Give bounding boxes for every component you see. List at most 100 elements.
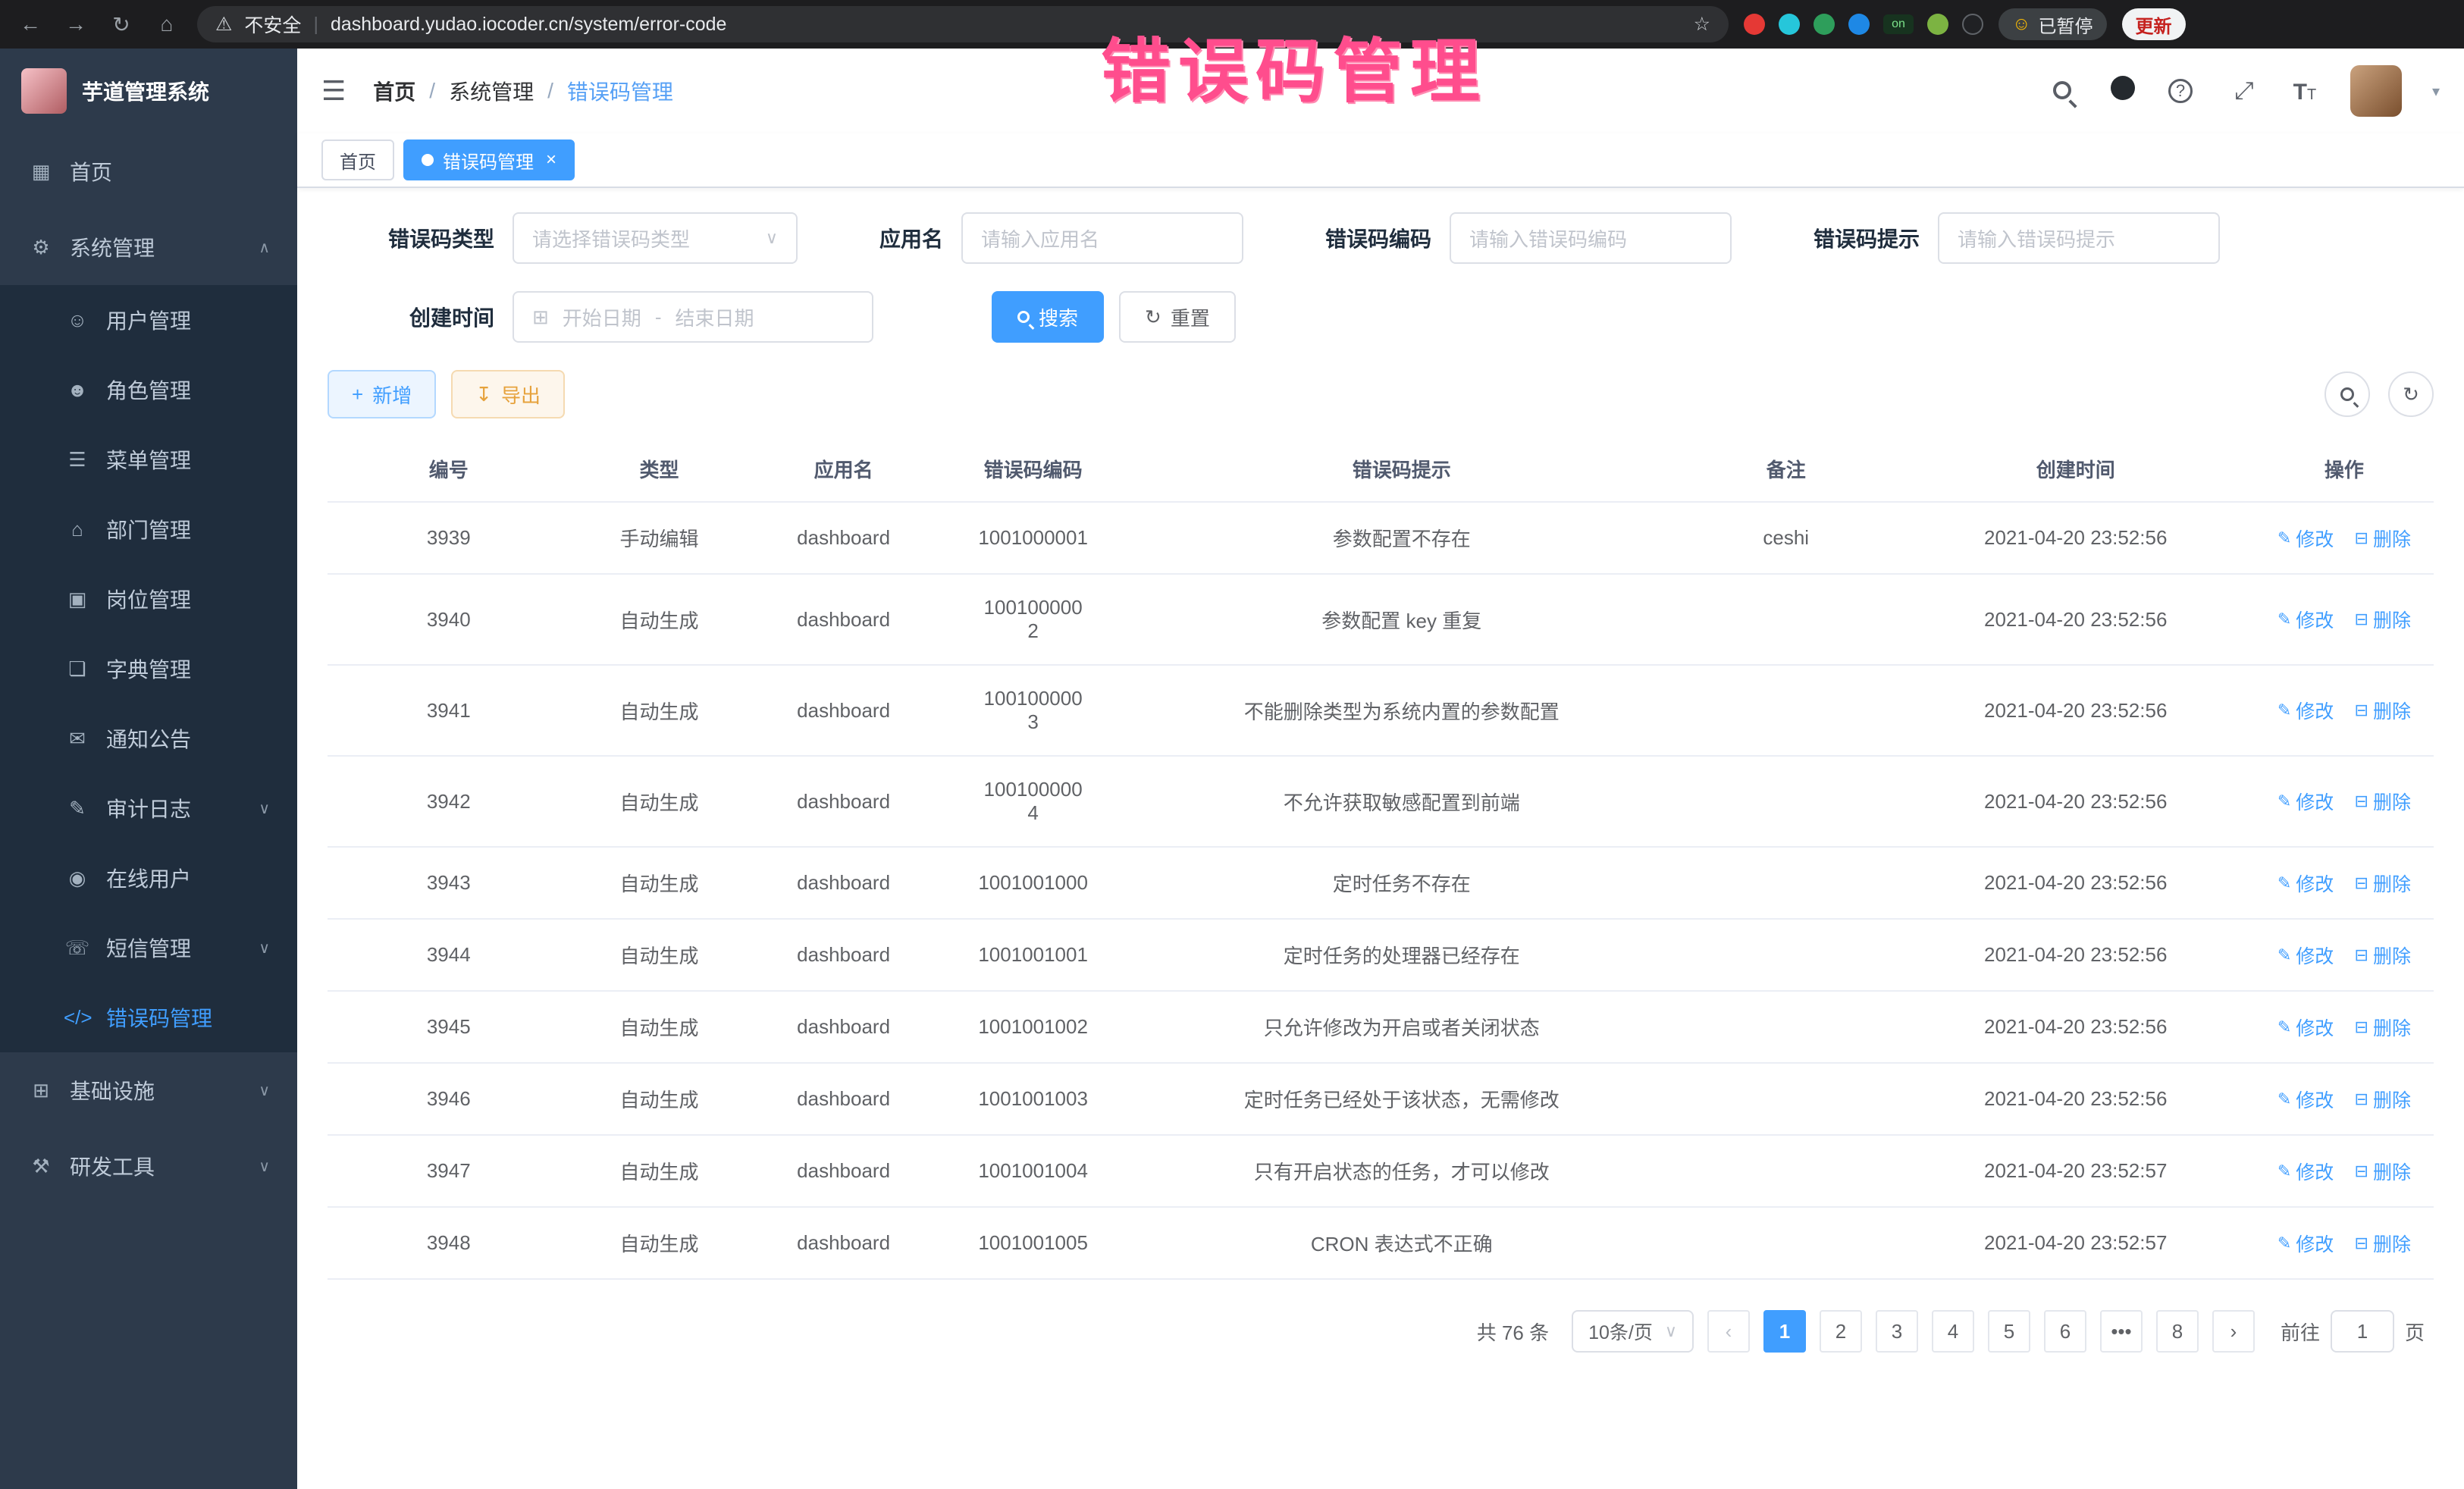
sidebar-item[interactable]: ▦ 首页: [0, 133, 297, 209]
search-button[interactable]: 搜索: [992, 291, 1104, 343]
page-number-button[interactable]: 1: [1763, 1310, 1806, 1353]
error-hint-input[interactable]: 请输入错误码提示: [1938, 212, 2220, 264]
sidebar-item[interactable]: ☺ 用户管理: [0, 285, 297, 355]
delete-link[interactable]: ⊟ 删除: [2355, 788, 2411, 815]
extension-icon[interactable]: [1814, 14, 1835, 35]
extension-icon[interactable]: on: [1883, 14, 1914, 34]
edit-link[interactable]: ✎ 修改: [2277, 525, 2334, 552]
export-button[interactable]: ↧ 导出: [451, 370, 565, 418]
search-icon[interactable]: [2047, 77, 2077, 105]
delete-link[interactable]: ⊟ 删除: [2355, 1086, 2411, 1113]
profile-paused-badge[interactable]: ☺ 已暂停: [1998, 8, 2107, 40]
edit-link[interactable]: ✎ 修改: [2277, 870, 2334, 897]
extension-icon[interactable]: [1848, 14, 1870, 35]
edit-icon: ✎: [2277, 1234, 2291, 1253]
tab-error-code[interactable]: 错误码管理 ×: [403, 139, 575, 180]
delete-link[interactable]: ⊟ 删除: [2355, 697, 2411, 724]
edit-link[interactable]: ✎ 修改: [2277, 1158, 2334, 1185]
refresh-button[interactable]: ↻: [2388, 371, 2434, 417]
url-bar[interactable]: ⚠ 不安全 | dashboard.yudao.iocoder.cn/syste…: [197, 6, 1729, 42]
delete-link[interactable]: ⊟ 删除: [2355, 1014, 2411, 1041]
table-toolbar: + 新增 ↧ 导出 ↻: [328, 370, 2434, 418]
extension-icon[interactable]: [1779, 14, 1800, 35]
error-code-input[interactable]: 请输入错误码编码: [1450, 212, 1732, 264]
delete-link[interactable]: ⊟ 删除: [2355, 1158, 2411, 1185]
delete-link[interactable]: ⊟ 删除: [2355, 606, 2411, 633]
delete-link[interactable]: ⊟ 删除: [2355, 1230, 2411, 1257]
page-number-button[interactable]: 6: [2044, 1310, 2086, 1353]
user-avatar[interactable]: [2350, 65, 2402, 117]
cell-code: 100100000 4: [939, 756, 1128, 847]
extension-icon[interactable]: [1744, 14, 1765, 35]
reset-button[interactable]: ↻ 重置: [1119, 291, 1236, 343]
breadcrumb-system[interactable]: 系统管理: [449, 76, 534, 106]
edit-link[interactable]: ✎ 修改: [2277, 942, 2334, 969]
avatar-caret-icon[interactable]: ▾: [2432, 82, 2440, 101]
sidebar-item[interactable]: ☏ 短信管理 ∨: [0, 913, 297, 983]
next-page-button[interactable]: ›: [2212, 1310, 2255, 1353]
pagination: 共 76 条 10条/页 ∨ ‹ 1 2 3 4 5: [328, 1280, 2434, 1377]
cell-code: 1001001001: [939, 919, 1128, 991]
sidebar-item[interactable]: ☻ 角色管理: [0, 355, 297, 425]
sidebar-item[interactable]: </> 错误码管理: [0, 983, 297, 1052]
close-icon[interactable]: ×: [546, 149, 556, 171]
edit-link[interactable]: ✎ 修改: [2277, 1086, 2334, 1113]
page-size-select[interactable]: 10条/页 ∨: [1572, 1310, 1694, 1353]
edit-link[interactable]: ✎ 修改: [2277, 1230, 2334, 1257]
app-name-input[interactable]: 请输入应用名: [961, 212, 1243, 264]
delete-link[interactable]: ⊟ 删除: [2355, 942, 2411, 969]
bookmark-star-icon[interactable]: ☆: [1694, 13, 1710, 36]
browser-home-icon[interactable]: ⌂: [152, 12, 182, 36]
department-icon: ⌂: [64, 518, 91, 541]
browser-reload-icon[interactable]: ↻: [106, 12, 136, 37]
sidebar-item[interactable]: ✉ 通知公告: [0, 704, 297, 773]
table-header-cell: 错误码编码: [939, 437, 1128, 502]
page-number-button[interactable]: •••: [2100, 1310, 2143, 1353]
page-number-button[interactable]: 8: [2156, 1310, 2199, 1353]
page-number-button[interactable]: 5: [1988, 1310, 2030, 1353]
sidebar-item[interactable]: ▣ 岗位管理: [0, 564, 297, 634]
edit-link[interactable]: ✎ 修改: [2277, 788, 2334, 815]
sidebar-item[interactable]: ✎ 审计日志 ∨: [0, 773, 297, 843]
extension-icon[interactable]: [1927, 14, 1948, 35]
delete-link[interactable]: ⊟ 删除: [2355, 870, 2411, 897]
cell-remark: [1676, 919, 1897, 991]
delete-link[interactable]: ⊟ 删除: [2355, 525, 2411, 552]
error-type-select[interactable]: 请选择错误码类型 ∨: [513, 212, 798, 264]
fullscreen-icon[interactable]: ⤢: [2229, 77, 2259, 105]
font-size-icon[interactable]: TT: [2290, 77, 2320, 105]
sidebar-item[interactable]: ⚙ 系统管理 ∧: [0, 209, 297, 285]
filter-error-hint: 错误码提示 请输入错误码提示: [1814, 212, 2220, 264]
page-number-button[interactable]: 4: [1932, 1310, 1974, 1353]
cell-time: 2021-04-20 23:52:56: [1897, 919, 2255, 991]
browser-forward-icon[interactable]: →: [61, 12, 91, 36]
sidebar-item[interactable]: ❏ 字典管理: [0, 634, 297, 704]
github-icon[interactable]: [2108, 76, 2138, 106]
app-logo[interactable]: 芋道管理系统: [0, 49, 297, 133]
hamburger-icon[interactable]: ☰: [321, 75, 346, 107]
edit-icon: ✎: [2277, 610, 2291, 629]
date-range-picker[interactable]: ⊞ 开始日期 - 结束日期: [513, 291, 873, 343]
breadcrumb-home[interactable]: 首页: [373, 76, 415, 106]
edit-link[interactable]: ✎ 修改: [2277, 697, 2334, 724]
page-content: 错误码类型 请选择错误码类型 ∨ 应用名 请输入应用名 错误码编码: [297, 188, 2464, 1489]
goto-page-input[interactable]: [2331, 1310, 2394, 1353]
sidebar-item[interactable]: ⊞ 基础设施 ∨: [0, 1052, 297, 1128]
sidebar-item[interactable]: ⚒ 研发工具 ∨: [0, 1128, 297, 1204]
browser-update-button[interactable]: 更新: [2122, 8, 2186, 40]
prev-page-button[interactable]: ‹: [1707, 1310, 1750, 1353]
sidebar-item[interactable]: ◉ 在线用户: [0, 843, 297, 913]
sidebar-item[interactable]: ☰ 菜单管理: [0, 425, 297, 494]
page-number-button[interactable]: 2: [1820, 1310, 1862, 1353]
browser-back-icon[interactable]: ←: [15, 12, 45, 36]
page-number-button[interactable]: 3: [1876, 1310, 1918, 1353]
extensions-puzzle-icon[interactable]: [1962, 14, 1983, 35]
edit-link[interactable]: ✎ 修改: [2277, 606, 2334, 633]
show-search-button[interactable]: [2324, 371, 2370, 417]
sidebar-item[interactable]: ⌂ 部门管理: [0, 494, 297, 564]
infra-icon: ⊞: [27, 1079, 55, 1102]
edit-link[interactable]: ✎ 修改: [2277, 1014, 2334, 1041]
help-icon[interactable]: ?: [2168, 79, 2199, 103]
add-button[interactable]: + 新增: [328, 370, 436, 418]
tab-home[interactable]: 首页: [321, 139, 394, 180]
